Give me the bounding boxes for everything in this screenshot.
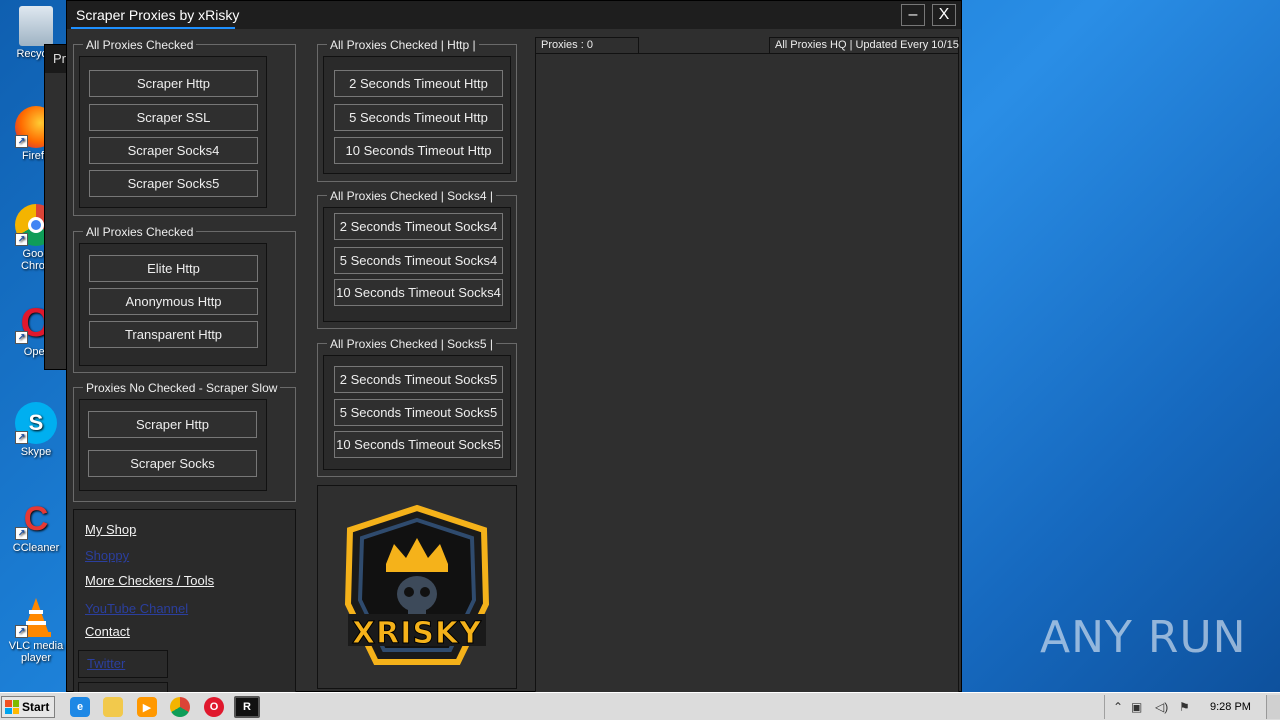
desktop-icon-ccleaner[interactable]: C ↗ CCleaner (8, 498, 64, 555)
socks5-2s-button[interactable]: 2 Seconds Timeout Socks5 (334, 366, 503, 393)
group-socks5: All Proxies Checked | Socks5 | 2 Seconds… (317, 337, 517, 477)
group-label: Proxies No Checked - Scraper Slow (83, 381, 281, 395)
group-http: All Proxies Checked | Http | 2 Seconds T… (317, 38, 517, 182)
ccleaner-icon: C ↗ (15, 498, 57, 540)
group-scraper: All Proxies Checked Scraper Http Scraper… (73, 38, 296, 216)
http-10s-button[interactable]: 10 Seconds Timeout Http (334, 137, 503, 164)
title-bar[interactable]: Scraper Proxies by xRisky – X (67, 1, 961, 29)
xrisky-app-icon[interactable]: R (234, 696, 260, 718)
start-button[interactable]: Start (1, 696, 55, 718)
scraper-socks4-button[interactable]: Scraper Socks4 (89, 137, 258, 164)
group-label: All Proxies Checked | Socks4 | (327, 189, 496, 203)
no-checked-scraper-http-button[interactable]: Scraper Http (88, 411, 257, 438)
socks5-10s-button[interactable]: 10 Seconds Timeout Socks5 (334, 431, 503, 458)
socks5-5s-button[interactable]: 5 Seconds Timeout Socks5 (334, 399, 503, 426)
more-tools-link[interactable]: More Checkers / Tools (85, 573, 214, 588)
action-center-flag-icon[interactable]: ⚑ (1179, 700, 1190, 714)
taskbar: Start e ▶ O R ⌃ ▣ ◁) ⚑ 9:28 PM (0, 692, 1280, 720)
clock[interactable]: 9:28 PM (1210, 701, 1251, 713)
internet-explorer-icon[interactable]: e (70, 697, 90, 717)
system-tray: ⌃ ▣ ◁) ⚑ 9:28 PM (1104, 695, 1280, 719)
opera-icon[interactable]: O (204, 697, 224, 717)
twitter-link[interactable]: Twitter (87, 656, 125, 671)
group-socks4: All Proxies Checked | Socks4 | 2 Seconds… (317, 189, 517, 329)
scraper-socks5-button[interactable]: Scraper Socks5 (89, 170, 258, 197)
desktop-icon-label: Skype (20, 446, 52, 458)
show-hidden-icons-icon[interactable]: ⌃ (1113, 700, 1123, 714)
elite-http-button[interactable]: Elite Http (89, 255, 258, 282)
start-label: Start (22, 700, 50, 714)
folder-icon[interactable] (103, 697, 123, 717)
desktop-icon-label: CCleaner (12, 542, 60, 554)
socks4-2s-button[interactable]: 2 Seconds Timeout Socks4 (334, 213, 503, 240)
desktop: Recycle ↗ Firefo ↗ Goog Chron O ↗ Oper S… (0, 0, 1280, 696)
logo-panel: XRISKY (317, 485, 517, 689)
socks4-10s-button[interactable]: 10 Seconds Timeout Socks4 (334, 279, 503, 306)
logo-text: XRISKY (352, 616, 482, 652)
show-desktop-button[interactable] (1266, 695, 1280, 719)
group-inner: 2 Seconds Timeout Http 5 Seconds Timeout… (323, 56, 511, 174)
group-label: All Proxies Checked (83, 38, 197, 52)
recycle-bin-icon (19, 6, 53, 46)
window-title: Scraper Proxies by xRisky (76, 7, 240, 23)
anyrun-watermark: ANY RUN (1040, 612, 1247, 663)
group-inner: Scraper Http Scraper SSL Scraper Socks4 … (79, 56, 267, 208)
http-5s-button[interactable]: 5 Seconds Timeout Http (334, 104, 503, 131)
desktop-icon-skype[interactable]: S ↗ Skype (8, 402, 64, 458)
media-player-icon[interactable]: ▶ (137, 697, 157, 717)
group-inner: Scraper Http Scraper Socks (79, 399, 267, 491)
group-inner: 2 Seconds Timeout Socks5 5 Seconds Timeo… (323, 355, 511, 470)
close-button[interactable]: X (932, 4, 956, 26)
twitter-box: Twitter (78, 650, 168, 678)
links-panel: My Shop Shoppy More Checkers / Tools You… (73, 509, 296, 696)
skype-icon: S ↗ (15, 402, 57, 444)
no-checked-scraper-socks-button[interactable]: Scraper Socks (88, 450, 257, 477)
anonymous-http-button[interactable]: Anonymous Http (89, 288, 258, 315)
proxy-output-area[interactable] (535, 53, 959, 693)
group-inner: 2 Seconds Timeout Socks4 5 Seconds Timeo… (323, 207, 511, 322)
youtube-link[interactable]: YouTube Channel (85, 601, 188, 616)
network-icon[interactable]: ▣ (1131, 700, 1142, 714)
proxies-count: Proxies : 0 (535, 37, 639, 54)
windows-logo-icon (5, 700, 19, 714)
group-anonymity: All Proxies Checked Elite Http Anonymous… (73, 225, 296, 373)
vlc-icon: ↗ (15, 596, 57, 638)
scraper-http-button[interactable]: Scraper Http (89, 70, 258, 97)
group-no-checked: Proxies No Checked - Scraper Slow Scrape… (73, 381, 296, 502)
desktop-icon-label: VLC media player (8, 640, 64, 664)
chrome-icon[interactable] (170, 697, 190, 717)
group-label: All Proxies Checked | Socks5 | (327, 337, 496, 351)
app-window: Scraper Proxies by xRisky – X All Proxie… (66, 0, 962, 696)
desktop-icon-vlc[interactable]: ↗ VLC media player (8, 596, 64, 664)
contact-link[interactable]: Contact (85, 624, 130, 639)
shoppy-link[interactable]: Shoppy (85, 548, 129, 563)
group-inner: Elite Http Anonymous Http Transparent Ht… (79, 243, 267, 366)
minimize-button[interactable]: – (901, 4, 925, 26)
volume-icon[interactable]: ◁) (1155, 700, 1168, 714)
my-shop-link[interactable]: My Shop (85, 522, 136, 537)
http-2s-button[interactable]: 2 Seconds Timeout Http (334, 70, 503, 97)
group-label: All Proxies Checked | Http | (327, 38, 479, 52)
transparent-http-button[interactable]: Transparent Http (89, 321, 258, 348)
update-status: All Proxies HQ | Updated Every 10/15 (769, 37, 959, 54)
group-label: All Proxies Checked (83, 225, 197, 239)
title-accent-line (71, 27, 235, 29)
scraper-ssl-button[interactable]: Scraper SSL (89, 104, 258, 131)
socks4-5s-button[interactable]: 5 Seconds Timeout Socks4 (334, 247, 503, 274)
